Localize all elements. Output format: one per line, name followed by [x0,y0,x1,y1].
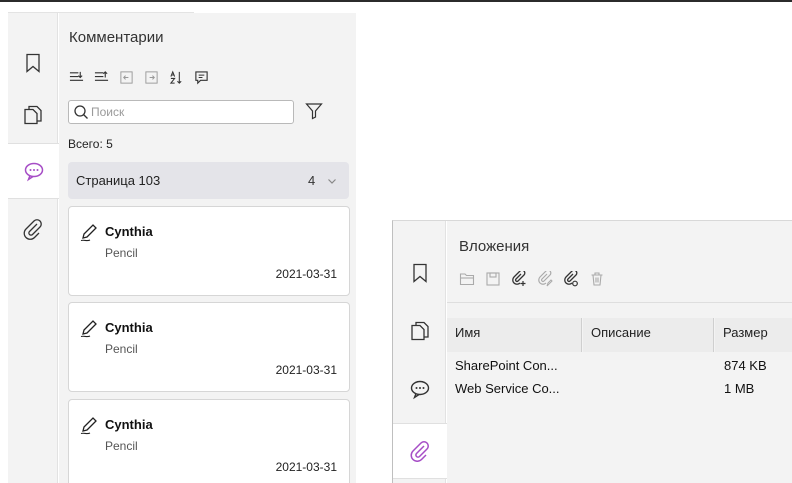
table-row[interactable]: Web Service Co... 1 MB [447,378,792,400]
pencil-icon [80,320,97,338]
comments-tab[interactable] [393,361,446,417]
comment-card[interactable]: Cynthia Pencil 2021-03-31 [68,206,350,296]
panel-title: Комментарии [69,29,164,46]
comments-panel: Комментарии Всего: 5 Страница 103 4 [59,13,356,483]
attachments-toolbar [457,269,607,289]
comments-tab[interactable] [8,143,59,199]
comment-date: 2021-03-31 [275,267,337,281]
attachment-name: Web Service Co... [455,381,560,396]
delete-attachment-button[interactable] [587,269,607,289]
pages-icon [24,105,42,125]
attachment-settings-icon [564,271,578,287]
comment-date: 2021-03-31 [275,460,337,474]
attachment-name: SharePoint Con... [455,358,558,373]
save-icon [486,272,500,286]
search-input[interactable] [91,103,287,121]
comment-card[interactable]: Cynthia Pencil 2021-03-31 [68,302,350,392]
sort-icon [169,69,182,84]
search-icon [74,105,88,119]
search-field [68,100,294,124]
open-attachment-button[interactable] [457,269,477,289]
attachment-icon [23,219,42,240]
pages-tab[interactable] [393,303,446,359]
comment-type: Pencil [105,342,138,356]
comments-icon [24,162,43,182]
edit-attachment-button[interactable] [535,269,555,289]
comment-author: Cynthia [105,224,153,239]
previous-comment-button[interactable] [117,68,136,87]
comment-type: Pencil [105,246,138,260]
add-attachment-button[interactable] [509,269,529,289]
collapse-all-button[interactable] [92,68,111,87]
next-comment-button[interactable] [142,68,161,87]
attachment-settings-button[interactable] [561,269,581,289]
attachment-size: 1 MB [724,381,755,396]
window-top-border [0,0,792,2]
add-attachment-icon [512,271,526,286]
page-group-label: Страница 103 [76,173,161,188]
sort-button[interactable] [167,68,186,87]
add-comment-button[interactable] [192,68,211,87]
pages-tab[interactable] [8,87,58,143]
pencil-icon [80,224,97,242]
pencil-icon [80,417,97,435]
open-icon [459,273,475,286]
comment-author: Cynthia [105,320,153,335]
side-rail [393,221,447,483]
comment-author: Cynthia [105,417,153,432]
next-icon [145,70,158,84]
collapse-all-icon [94,70,109,81]
page-group-count: 4 [308,173,316,188]
delete-icon [591,272,603,286]
bookmarks-tab[interactable] [393,245,446,301]
attachment-icon [410,441,429,462]
table-row[interactable]: SharePoint Con... 874 KB [447,355,792,377]
save-attachment-button[interactable] [483,269,503,289]
toolbar-divider [447,302,792,303]
edit-attachment-icon [538,271,553,287]
comment-type: Pencil [105,439,138,453]
comment-date: 2021-03-31 [275,363,337,377]
comment-icon [195,70,208,84]
attachments-tab[interactable] [393,423,447,479]
filter-icon[interactable] [305,102,323,120]
page-group-header[interactable]: Страница 103 4 [68,162,349,199]
bookmarks-tab[interactable] [8,35,58,91]
comments-toolbar [67,67,211,87]
column-header-size[interactable]: Размер [715,318,792,352]
side-rail [8,13,59,483]
column-header-description[interactable]: Описание [583,318,714,352]
previous-icon [120,70,133,84]
expand-all-button[interactable] [67,68,86,87]
attachment-size: 874 KB [724,358,767,373]
panel-title: Вложения [459,238,530,255]
total-count: Всего: 5 [68,137,113,151]
comment-card[interactable]: Cynthia Pencil 2021-03-31 [68,399,350,483]
bookmark-icon [412,263,427,283]
bookmark-icon [26,53,40,73]
chevron-down-icon [328,179,336,184]
expand-all-icon [69,71,84,81]
attachments-tab[interactable] [8,201,58,257]
pages-icon [410,321,429,341]
column-header-name[interactable]: Имя [447,318,582,352]
attachments-panel: Вложения Имя Описание Размер SharePoint … [447,221,792,483]
comments-icon [410,380,429,400]
